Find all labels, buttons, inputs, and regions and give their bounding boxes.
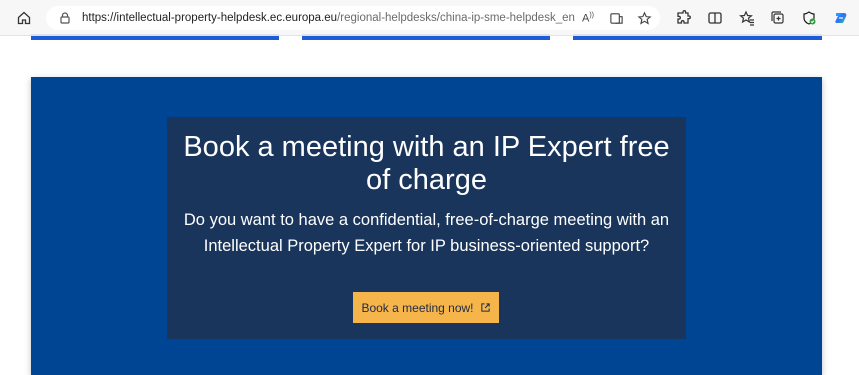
- lock-icon[interactable]: [58, 11, 72, 25]
- collections-icon[interactable]: [768, 8, 788, 28]
- book-meeting-button-label: Book a meeting now!: [361, 300, 474, 315]
- meeting-banner-box: Book a meeting with an IP Expert free of…: [167, 117, 686, 339]
- read-aloud-icon[interactable]: A)): [580, 10, 596, 26]
- home-icon[interactable]: [14, 8, 34, 28]
- split-screen-icon[interactable]: [705, 8, 725, 28]
- address-bar[interactable]: https://intellectual-property-helpdesk.e…: [46, 6, 660, 30]
- url-text[interactable]: https://intellectual-property-helpdesk.e…: [82, 11, 575, 25]
- external-link-icon: [480, 303, 490, 312]
- meeting-banner: Book a meeting with an IP Expert free of…: [31, 77, 822, 375]
- extensions-icon[interactable]: [673, 8, 693, 28]
- book-meeting-button[interactable]: Book a meeting now!: [353, 292, 499, 323]
- favorites-icon[interactable]: [737, 8, 757, 28]
- favorite-star-icon[interactable]: [636, 10, 652, 26]
- banner-description: Do you want to have a confidential, free…: [183, 211, 670, 255]
- browser-essentials-icon[interactable]: [799, 8, 819, 28]
- banner-title: Book a meeting with an IP Expert free of…: [183, 131, 670, 196]
- browser-toolbar: https://intellectual-property-helpdesk.e…: [0, 0, 859, 36]
- card-1-accent: [31, 36, 279, 40]
- copilot-icon[interactable]: [831, 8, 851, 28]
- card-3-accent: [573, 36, 822, 40]
- immersive-reader-icon[interactable]: [608, 10, 624, 26]
- card-2-accent: [302, 36, 550, 40]
